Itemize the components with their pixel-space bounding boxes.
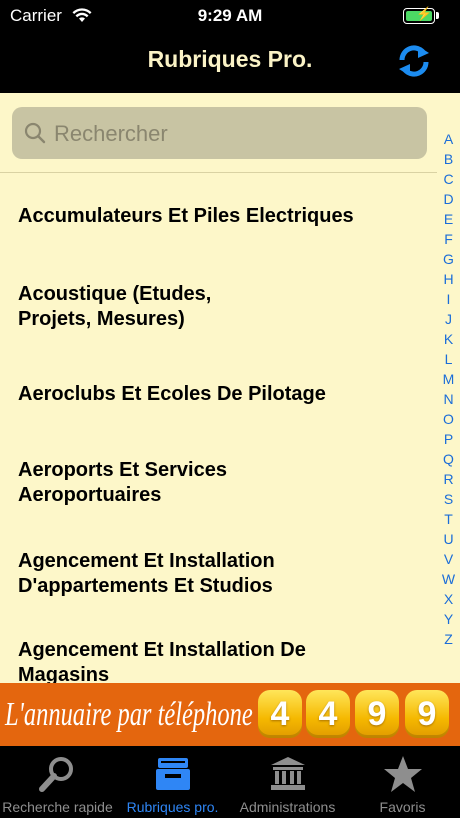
magnifier-icon bbox=[38, 757, 73, 792]
section-index[interactable]: A B C D E F G H I J K L M N O P Q R S T … bbox=[437, 93, 460, 683]
banner-digit: 4 bbox=[306, 690, 350, 738]
tab-label: Rubriques pro. bbox=[126, 799, 219, 815]
tab-administrations[interactable]: Administrations bbox=[230, 746, 345, 818]
banner-text: L'annuaire par téléphone bbox=[5, 696, 253, 733]
index-letter[interactable]: E bbox=[437, 209, 460, 229]
battery-icon: ⚡ bbox=[403, 6, 435, 24]
index-letter[interactable]: U bbox=[437, 529, 460, 549]
tab-recherche-rapide[interactable]: Recherche rapide bbox=[0, 746, 115, 818]
top-bar: Carrier 9:29 AM ⚡ Rubriques Pro. bbox=[0, 0, 460, 93]
index-letter[interactable]: D bbox=[437, 189, 460, 209]
index-letter[interactable]: H bbox=[437, 269, 460, 289]
battery-tip bbox=[436, 12, 439, 19]
index-letter[interactable]: F bbox=[437, 229, 460, 249]
tab-label: Recherche rapide bbox=[2, 799, 113, 815]
tab-label: Administrations bbox=[239, 799, 336, 815]
index-letter[interactable]: W bbox=[437, 569, 460, 589]
list-item[interactable]: Acoustique (Etudes, Projets, Mesures) bbox=[0, 257, 437, 347]
page-title: Rubriques Pro. bbox=[147, 46, 313, 72]
index-letter[interactable]: R bbox=[437, 469, 460, 489]
banner-digit: 9 bbox=[405, 690, 449, 738]
search-icon bbox=[24, 122, 46, 144]
list-item[interactable]: Aeroports Et Services Aeroportuaires bbox=[0, 427, 437, 519]
index-letter[interactable]: O bbox=[437, 409, 460, 429]
index-letter[interactable]: I bbox=[437, 289, 460, 309]
refresh-icon[interactable] bbox=[396, 43, 432, 79]
index-letter[interactable]: Y bbox=[437, 609, 460, 629]
index-letter[interactable]: J bbox=[437, 309, 460, 329]
tab-favoris[interactable]: Favoris bbox=[345, 746, 460, 818]
index-letter[interactable]: C bbox=[437, 169, 460, 189]
index-letter[interactable]: N bbox=[437, 389, 460, 409]
index-letter[interactable]: Z bbox=[437, 629, 460, 649]
list-item-label: Agencement Et Installation D'appartement… bbox=[18, 550, 275, 597]
list-item-label: Acoustique (Etudes, Projets, Mesures) bbox=[18, 283, 212, 330]
tab-label: Favoris bbox=[379, 799, 426, 815]
rubrique-list: Accumulateurs Et Piles Electriques Acous… bbox=[0, 173, 437, 683]
index-letter[interactable]: G bbox=[437, 249, 460, 269]
index-letter[interactable]: X bbox=[437, 589, 460, 609]
index-letter[interactable]: T bbox=[437, 509, 460, 529]
tab-rubriques-pro[interactable]: Rubriques pro. bbox=[115, 746, 230, 818]
index-letter[interactable]: A bbox=[437, 129, 460, 149]
index-letter[interactable]: L bbox=[437, 349, 460, 369]
banner-digit: 4 bbox=[258, 690, 302, 738]
list-item[interactable]: Agencement Et Installation D'appartement… bbox=[0, 519, 437, 609]
index-letter[interactable]: V bbox=[437, 549, 460, 569]
index-letter[interactable]: K bbox=[437, 329, 460, 349]
building-icon bbox=[270, 757, 305, 790]
index-letter[interactable]: S bbox=[437, 489, 460, 509]
search-bar[interactable] bbox=[12, 107, 427, 159]
index-letter[interactable]: M bbox=[437, 369, 460, 389]
list-item-label: Agencement Et Installation De Magasins bbox=[18, 639, 306, 683]
ad-banner[interactable]: L'annuaire par téléphone 4 4 9 9 bbox=[0, 683, 460, 746]
index-letter[interactable]: B bbox=[437, 149, 460, 169]
list-item-label: Accumulateurs Et Piles Electriques bbox=[18, 205, 354, 227]
tab-bar: Recherche rapide Rubriques pro. Administ… bbox=[0, 746, 460, 818]
banner-digit: 9 bbox=[355, 690, 399, 738]
inbox-tray-icon bbox=[155, 758, 190, 790]
list-item[interactable]: Agencement Et Installation De Magasins bbox=[0, 609, 437, 683]
index-letter[interactable]: Q bbox=[437, 449, 460, 469]
search-input[interactable] bbox=[52, 115, 416, 153]
search-area bbox=[0, 93, 437, 173]
list-item-label: Aeroports Et Services Aeroportuaires bbox=[18, 459, 227, 506]
list-item[interactable]: Accumulateurs Et Piles Electriques bbox=[0, 173, 437, 257]
index-letter[interactable]: P bbox=[437, 429, 460, 449]
status-bar: Carrier 9:29 AM ⚡ bbox=[0, 0, 460, 32]
star-icon bbox=[383, 756, 422, 792]
list-item[interactable]: Aeroclubs Et Ecoles De Pilotage bbox=[0, 347, 437, 427]
clock: 9:29 AM bbox=[197, 6, 263, 25]
list-item-label: Aeroclubs Et Ecoles De Pilotage bbox=[18, 383, 326, 405]
